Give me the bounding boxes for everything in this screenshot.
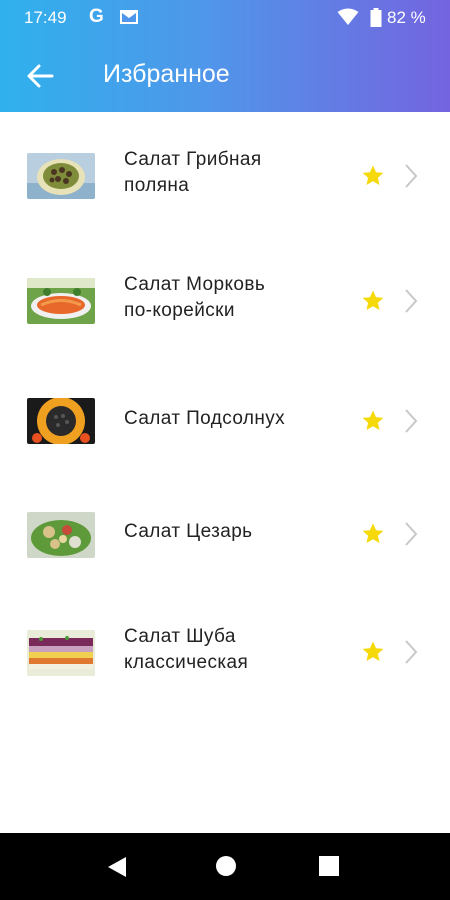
nav-recents-icon[interactable] [319, 856, 339, 876]
chevron-right-icon [405, 164, 418, 188]
recipe-title: Салат Грибная поляна [124, 147, 344, 199]
recipe-title: Салат Подсолнух [124, 406, 344, 432]
recipe-thumbnail [27, 512, 95, 558]
list-item[interactable]: Салат Цезарь [0, 480, 450, 590]
google-icon: G [89, 6, 104, 27]
nav-back-icon[interactable] [106, 855, 128, 879]
chevron-right-icon [405, 409, 418, 433]
recipe-title-line1: Салат Грибная [124, 149, 262, 170]
recipe-thumbnail [27, 153, 95, 199]
chevron-right-icon [405, 522, 418, 546]
recipe-thumbnail [27, 398, 95, 444]
recipe-thumbnail [27, 630, 95, 676]
mail-icon [119, 9, 139, 30]
recipe-thumbnail [27, 278, 95, 324]
chevron-right-icon [405, 640, 418, 664]
recipe-title-line1: Салат Подсолнух [124, 408, 286, 429]
battery-percent: 82 % [387, 8, 426, 27]
recipe-title: Салат Цезарь [124, 519, 344, 545]
battery-icon [370, 8, 382, 32]
recipe-title: Салат Шуба классическая [124, 624, 344, 676]
star-icon[interactable] [361, 409, 385, 433]
status-time: 17:49 [24, 8, 67, 27]
nav-home-icon[interactable] [215, 855, 237, 877]
star-icon[interactable] [361, 289, 385, 313]
recipe-title-line2: классическая [124, 652, 249, 673]
recipe-title-line1: Салат Морковь [124, 274, 266, 295]
status-bar: 17:49 G 82 % [0, 0, 450, 36]
arrow-left-icon [27, 64, 54, 88]
recipe-title: Салат Морковь по-корейски [124, 272, 344, 324]
chevron-right-icon [405, 289, 418, 313]
app-bar: 17:49 G 82 % Избранное [0, 0, 450, 112]
recipe-title-line1: Салат Цезарь [124, 521, 253, 542]
list-item[interactable]: Салат Морковь по-корейски [0, 246, 450, 356]
list-item[interactable]: Салат Грибная поляна [0, 120, 450, 230]
back-button[interactable] [22, 58, 58, 94]
list-item[interactable]: Салат Подсолнух [0, 366, 450, 476]
recipe-title-line2: поляна [124, 175, 190, 196]
list-item[interactable]: Салат Шуба классическая [0, 598, 450, 708]
recipe-title-line1: Салат Шуба [124, 626, 236, 647]
recipe-title-line2: по-корейски [124, 300, 235, 321]
system-nav-bar [0, 833, 450, 900]
star-icon[interactable] [361, 164, 385, 188]
wifi-icon [337, 8, 359, 31]
star-icon[interactable] [361, 640, 385, 664]
page-title: Избранное [103, 60, 230, 88]
star-icon[interactable] [361, 522, 385, 546]
